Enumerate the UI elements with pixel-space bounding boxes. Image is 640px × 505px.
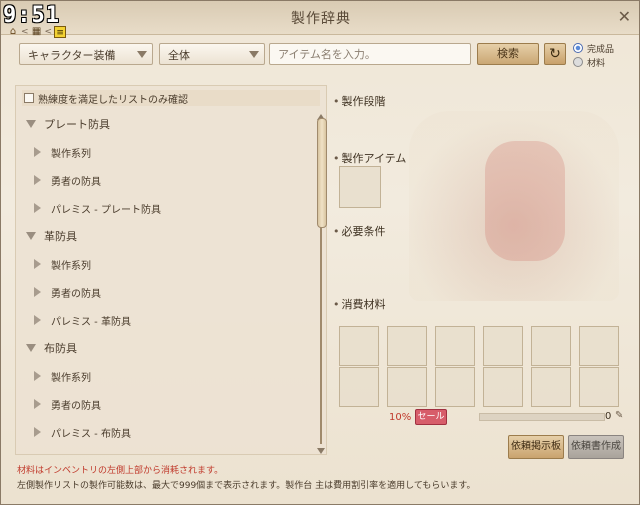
sale-badge: セール	[415, 409, 447, 425]
collapsed-triangle-icon	[34, 175, 41, 185]
tree-item-label: 製作系列	[51, 260, 91, 272]
category-select[interactable]: キャラクター装備	[19, 43, 153, 65]
tree-item[interactable]: 製作系列	[16, 364, 316, 388]
collapsed-triangle-icon	[34, 371, 41, 381]
chevron-down-icon	[249, 51, 259, 58]
radio-unselected[interactable]	[573, 57, 583, 67]
breadcrumb: ⌂ < ▦ < ≡	[7, 26, 67, 38]
tree-category-leather[interactable]: 革防具	[16, 224, 316, 248]
expand-triangle-icon	[26, 344, 36, 352]
material-slot[interactable]	[435, 326, 475, 366]
background-decoration-red	[485, 141, 565, 261]
clock-overlay: 9:51	[3, 3, 60, 28]
tree-item[interactable]: 製作系列	[16, 252, 316, 276]
tree-item[interactable]: 勇者の防具	[16, 392, 316, 416]
quill-icon: ✎	[615, 410, 624, 421]
search-button[interactable]: 検索	[477, 43, 539, 65]
tree-category-label: 布防具	[44, 342, 77, 355]
recipe-tree-panel: 熟練度を満足したリストのみ確認 プレート防具 製作系列 勇者の防具 パレミス -…	[15, 85, 327, 455]
tree-category-label: 革防具	[44, 230, 77, 243]
tree-item-label: パレミス - 布防具	[51, 428, 131, 440]
cost-value: 0	[605, 411, 612, 422]
cost-bar	[479, 413, 605, 421]
tree-item-label: パレミス - プレート防具	[51, 204, 161, 216]
chevron-down-icon	[137, 51, 147, 58]
tree-category-cloth[interactable]: 布防具	[16, 336, 316, 360]
scope-select-value: 全体	[168, 49, 190, 62]
collapsed-triangle-icon	[34, 287, 41, 297]
material-slot[interactable]	[531, 326, 571, 366]
collapsed-triangle-icon	[34, 203, 41, 213]
window-title: 製作辞典	[291, 11, 351, 27]
tree-item-label: 勇者の防具	[51, 400, 101, 412]
tree-item[interactable]: 勇者の防具	[16, 168, 316, 192]
tree-scrollbar[interactable]	[317, 114, 327, 454]
collapsed-triangle-icon	[34, 259, 41, 269]
material-slot[interactable]	[531, 367, 571, 407]
breadcrumb-separator: <	[21, 27, 29, 37]
craft-count-note: 左側製作リストの製作可能数は、最大で999個まで表示されます。製作台 主は費用割…	[17, 481, 476, 491]
tree-item[interactable]: パレミス - プレート防具	[16, 196, 316, 220]
materials-label: 消費材料	[333, 296, 386, 312]
mode-radio-group: 完成品 材料	[573, 41, 614, 69]
tree-item[interactable]: パレミス - 革防具	[16, 308, 316, 332]
tree-category-label: プレート防具	[44, 118, 110, 131]
radio-selected[interactable]	[573, 43, 583, 53]
category-select-value: キャラクター装備	[28, 49, 116, 62]
list-icon[interactable]: ≡	[54, 26, 67, 38]
collapsed-triangle-icon	[34, 399, 41, 409]
title-bar[interactable]: 製作辞典 ✕	[1, 1, 639, 35]
tree-item[interactable]: 勇者の防具	[16, 280, 316, 304]
material-slot[interactable]	[387, 367, 427, 407]
refresh-icon[interactable]: ↻	[544, 43, 566, 65]
mode-option-finished[interactable]: 完成品	[573, 41, 614, 55]
collapsed-triangle-icon	[34, 427, 41, 437]
material-slot[interactable]	[483, 326, 523, 366]
proficiency-filter-label: 熟練度を満足したリストのみ確認	[38, 94, 188, 106]
material-slot[interactable]	[579, 326, 619, 366]
craft-item-slot[interactable]	[339, 166, 381, 208]
material-slot[interactable]	[387, 326, 427, 366]
expand-triangle-icon	[26, 120, 36, 128]
close-icon[interactable]: ✕	[618, 7, 631, 26]
mode-option-label: 完成品	[587, 44, 615, 55]
craft-stage-label: 製作段階	[333, 93, 386, 109]
scroll-thumb[interactable]	[317, 118, 327, 228]
discount-rate: 10%	[389, 412, 412, 423]
tree-item-label: 製作系列	[51, 372, 91, 384]
requirements-label: 必要条件	[333, 223, 386, 239]
material-slot[interactable]	[339, 326, 379, 366]
materials-note: 材料はインベントリの左側上部から消耗されます。	[17, 466, 224, 476]
grid-icon[interactable]: ▦	[31, 26, 43, 38]
mode-option-materials[interactable]: 材料	[573, 55, 614, 69]
tree-item[interactable]: パレミス - 布防具	[16, 420, 316, 444]
mode-option-label: 材料	[587, 58, 606, 69]
search-input[interactable]	[269, 43, 471, 65]
tree-category-plate[interactable]: プレート防具	[16, 112, 316, 136]
tree-item-label: 勇者の防具	[51, 288, 101, 300]
breadcrumb-separator: <	[44, 27, 53, 37]
scroll-down-icon[interactable]	[317, 448, 325, 454]
proficiency-checkbox[interactable]	[24, 93, 34, 103]
material-slot[interactable]	[435, 367, 475, 407]
home-icon[interactable]: ⌂	[7, 26, 19, 38]
tree-item-label: 勇者の防具	[51, 176, 101, 188]
create-request-button[interactable]: 依頼書作成	[568, 435, 624, 459]
craft-item-label: 製作アイテム	[333, 150, 407, 166]
material-slot[interactable]	[483, 367, 523, 407]
proficiency-filter[interactable]: 熟練度を満足したリストのみ確認	[22, 90, 320, 106]
material-slot[interactable]	[579, 367, 619, 407]
collapsed-triangle-icon	[34, 315, 41, 325]
request-board-button[interactable]: 依頼掲示板	[508, 435, 564, 459]
material-slot[interactable]	[339, 367, 379, 407]
collapsed-triangle-icon	[34, 147, 41, 157]
scope-select[interactable]: 全体	[159, 43, 265, 65]
crafting-dictionary-window: 製作辞典 ✕ 9:51 ⌂ < ▦ < ≡ キャラクター装備 全体 検索 ↻ 完…	[0, 0, 640, 505]
tree-item[interactable]: 製作系列	[16, 140, 316, 164]
expand-triangle-icon	[26, 232, 36, 240]
tree-item-label: パレミス - 革防具	[51, 316, 131, 328]
tree-item-label: 製作系列	[51, 148, 91, 160]
